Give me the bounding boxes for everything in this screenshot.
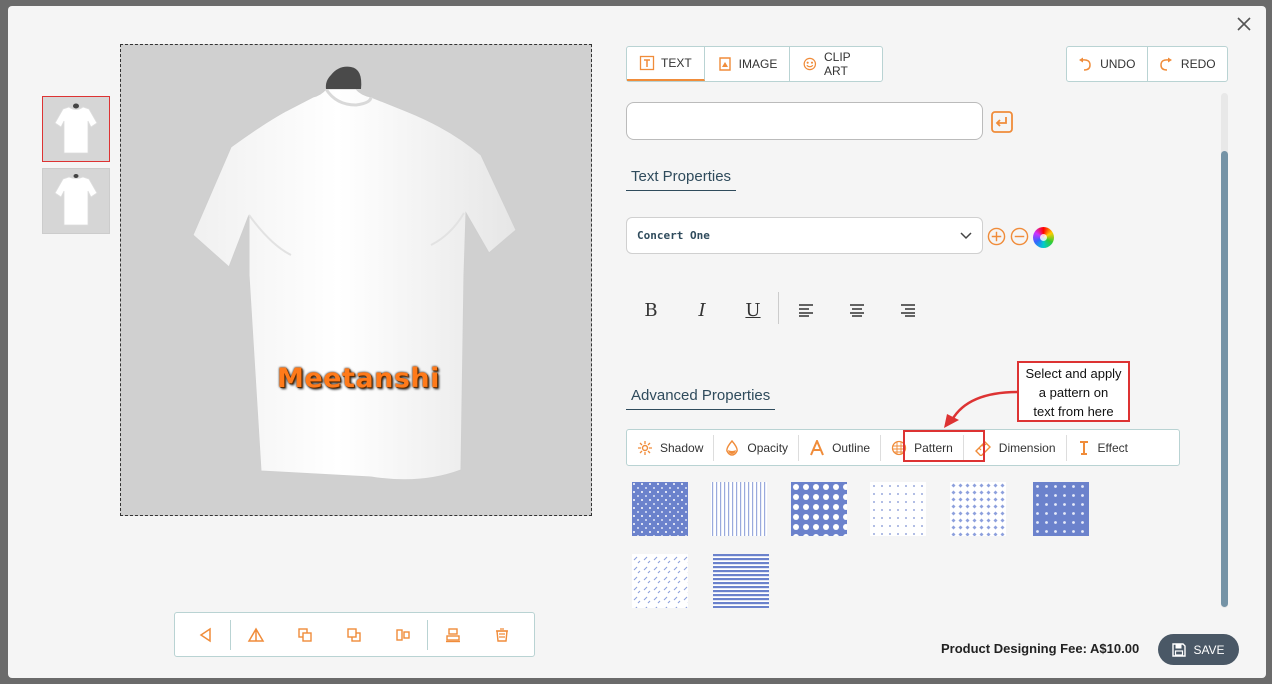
align-vertical-center-button[interactable]: [428, 620, 477, 650]
callout-arrow-icon: [944, 390, 1019, 428]
tab-text-label: TEXT: [661, 56, 692, 70]
redo-label: REDO: [1180, 57, 1216, 71]
increase-size-icon[interactable]: [987, 227, 1006, 246]
pattern-tab-highlight: [903, 430, 985, 462]
pattern-swatch-7[interactable]: [632, 554, 688, 608]
designing-fee-text: Product Designing Fee: A$10.00: [941, 641, 1140, 656]
pattern-swatch-3[interactable]: [791, 482, 847, 536]
pattern-swatch-4[interactable]: [870, 482, 926, 536]
tab-shadow[interactable]: Shadow: [627, 434, 715, 461]
text-icon: [639, 55, 655, 71]
bring-forward-icon: [297, 627, 312, 642]
undo-button[interactable]: UNDO: [1067, 47, 1147, 81]
undo-label: UNDO: [1100, 57, 1136, 71]
flip-vertical-button[interactable]: [231, 620, 280, 650]
align-center-button[interactable]: [842, 295, 872, 325]
tab-image-label: IMAGE: [738, 57, 778, 71]
pattern-swatch-8[interactable]: [713, 554, 769, 608]
callout-line-1: Select and apply: [1025, 366, 1122, 381]
design-type-tabs: TEXT IMAGE CLIP ART: [626, 46, 883, 82]
underline-button[interactable]: U: [738, 295, 768, 325]
drop-icon: [726, 439, 739, 456]
apply-text-icon[interactable]: [991, 111, 1013, 133]
tab-effect-label: Effect: [1097, 440, 1128, 455]
back-view-thumbnail[interactable]: [42, 168, 110, 234]
tab-clip-art[interactable]: CLIP ART: [790, 47, 882, 81]
design-text-object[interactable]: Meetanshi: [277, 363, 440, 394]
image-icon: [718, 57, 731, 71]
advanced-properties-heading: Advanced Properties: [626, 387, 776, 410]
callout-line-2: a pattern on: [1038, 385, 1109, 400]
redo-icon: [1160, 57, 1172, 71]
flip-vertical-icon: [247, 627, 264, 642]
tab-opacity[interactable]: Opacity: [714, 434, 800, 461]
designer-modal: Meetanshi TEXT IMAGE CLIP ART UNDO REDO …: [8, 6, 1266, 678]
tab-dimension-label: Dimension: [998, 440, 1056, 455]
align-horizontal-center-button[interactable]: [378, 620, 427, 650]
align-left-icon: [799, 304, 813, 317]
align-middle-icon: [445, 627, 460, 642]
pattern-swatch-5[interactable]: [950, 482, 1006, 536]
send-backward-icon: [346, 627, 361, 642]
pattern-swatch-6[interactable]: [1033, 482, 1089, 536]
tab-shadow-label: Shadow: [660, 440, 704, 455]
flip-horizontal-icon: [199, 627, 211, 642]
pattern-hint-callout: Select and apply a pattern on text from …: [1017, 361, 1130, 422]
align-center-text-icon: [850, 304, 864, 317]
tab-image[interactable]: IMAGE: [705, 47, 791, 81]
chevron-down-icon: [960, 231, 972, 239]
close-icon[interactable]: [1236, 16, 1252, 32]
tshirt-image: [192, 66, 517, 481]
tab-text[interactable]: TEXT: [627, 47, 705, 81]
tab-effect[interactable]: Effect: [1067, 435, 1138, 461]
italic-button[interactable]: I: [687, 295, 717, 325]
pattern-swatch-2[interactable]: [711, 482, 767, 536]
align-right-icon: [901, 304, 915, 317]
tab-outline-label: Outline: [832, 440, 871, 455]
send-backward-button[interactable]: [329, 620, 378, 650]
align-right-button[interactable]: [893, 295, 923, 325]
trash-icon: [495, 627, 508, 642]
design-canvas[interactable]: Meetanshi: [120, 44, 592, 516]
divider: [778, 292, 779, 324]
bold-button[interactable]: B: [636, 295, 666, 325]
align-center-icon: [395, 628, 410, 641]
panel-scrollbar-thumb[interactable]: [1221, 151, 1228, 607]
save-button[interactable]: SAVE: [1158, 634, 1239, 665]
clipart-icon: [803, 57, 817, 71]
save-label: SAVE: [1193, 642, 1225, 657]
canvas-toolbar: [174, 612, 535, 657]
flip-horizontal-button[interactable]: [181, 620, 230, 650]
redo-button[interactable]: REDO: [1146, 47, 1228, 81]
history-controls: UNDO REDO: [1066, 46, 1228, 82]
effect-icon: [1079, 440, 1088, 455]
text-input[interactable]: [626, 102, 983, 140]
pattern-swatch-1[interactable]: [632, 482, 688, 536]
delete-button[interactable]: [477, 620, 526, 650]
align-left-button[interactable]: [791, 295, 821, 325]
undo-icon: [1079, 57, 1091, 71]
outline-a-icon: [810, 439, 824, 455]
decrease-size-icon[interactable]: [1010, 227, 1029, 246]
bring-forward-button[interactable]: [280, 620, 329, 650]
sun-icon: [638, 440, 652, 455]
tab-opacity-label: Opacity: [747, 440, 789, 455]
front-view-thumbnail[interactable]: [42, 96, 110, 162]
font-family-select[interactable]: Concert One: [626, 217, 983, 254]
floppy-disk-icon: [1172, 642, 1187, 657]
text-properties-heading: Text Properties: [626, 168, 737, 191]
tab-outline[interactable]: Outline: [799, 434, 882, 461]
callout-line-3: text from here: [1033, 404, 1114, 419]
tab-clip-art-label: CLIP ART: [823, 50, 851, 78]
font-family-value: Concert One: [637, 229, 710, 242]
color-picker-icon[interactable]: [1033, 227, 1054, 248]
